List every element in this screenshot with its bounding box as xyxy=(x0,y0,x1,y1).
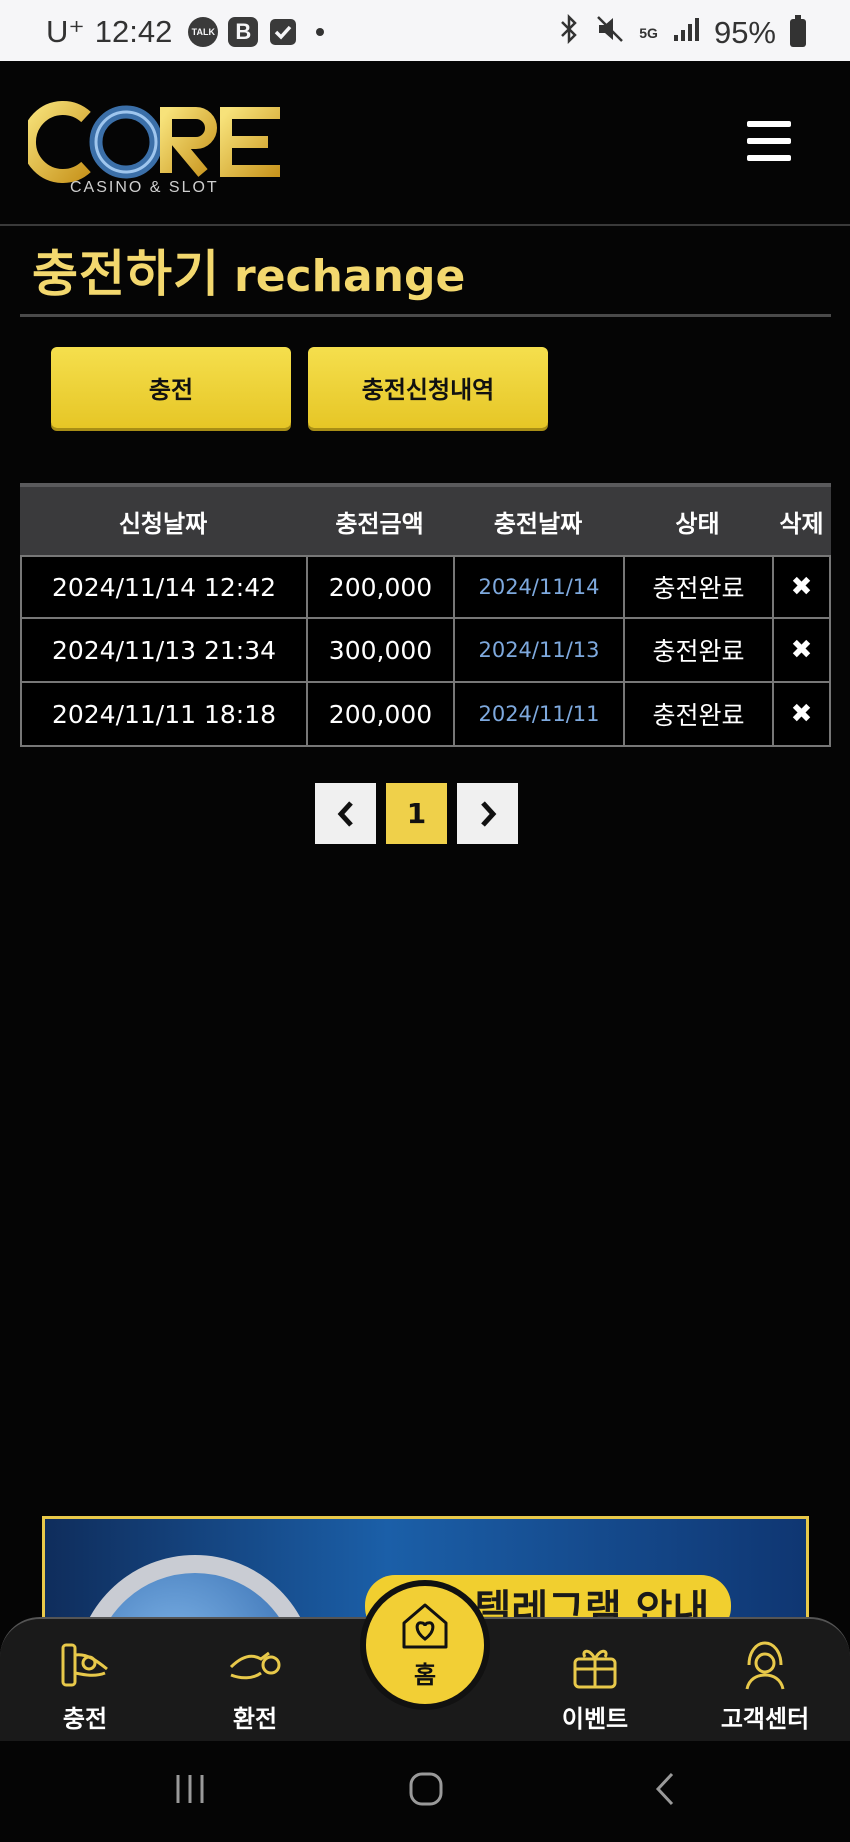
table-row: 2024/11/13 21:34 300,000 2024/11/13 충전완료… xyxy=(20,619,831,683)
clock: 12:42 xyxy=(94,14,173,49)
nav-support[interactable]: 고객센터 xyxy=(705,1639,825,1734)
deposit-icon xyxy=(61,1643,108,1687)
charge-date-link[interactable]: 2024/11/13 xyxy=(453,619,623,681)
withdraw-icon xyxy=(229,1651,281,1680)
more-notifications-icon xyxy=(316,28,325,36)
col-status: 상태 xyxy=(675,509,720,538)
nav-home-label: 홈 xyxy=(413,1660,437,1689)
carrier-label: U⁺ xyxy=(46,14,85,49)
b-app-icon: B xyxy=(228,17,259,47)
site-header: CASINO & SLOT xyxy=(0,61,850,226)
home-heart-icon xyxy=(402,1603,448,1648)
col-amount: 충전금액 xyxy=(335,509,424,538)
system-nav-bar xyxy=(0,1741,850,1842)
nav-deposit[interactable]: 충전 xyxy=(25,1639,145,1734)
col-request-date: 신청날짜 xyxy=(118,509,208,538)
nav-withdraw[interactable]: 환전 xyxy=(195,1639,315,1734)
pagination: 1 xyxy=(315,783,518,844)
kakaotalk-icon: TALK xyxy=(188,17,219,47)
recent-apps-icon[interactable] xyxy=(172,1771,208,1811)
status-cell: 충전완료 xyxy=(623,619,772,681)
request-date-cell: 2024/11/13 21:34 xyxy=(20,619,306,681)
nav-support-label: 고객센터 xyxy=(720,1705,810,1733)
nav-withdraw-label: 환전 xyxy=(232,1705,278,1733)
signal-icon xyxy=(672,15,700,51)
magnifier-illustration xyxy=(75,1555,315,1626)
page-title: 충전하기 rechange xyxy=(32,234,465,306)
title-divider xyxy=(20,314,831,317)
nav-home-button[interactable]: 홈 xyxy=(360,1580,490,1710)
support-icon xyxy=(745,1641,785,1690)
prev-page-button[interactable] xyxy=(315,783,376,844)
deposit-tab-button[interactable]: 충전 xyxy=(51,347,291,428)
col-delete: 삭제 xyxy=(779,509,824,538)
battery-icon xyxy=(790,15,806,47)
checkbox-notification-icon xyxy=(268,17,298,47)
status-cell: 충전완료 xyxy=(623,683,772,745)
mute-icon xyxy=(595,14,625,52)
network-label: 5G xyxy=(639,25,658,41)
status-bar: U⁺ 12:42 TALK B 5G 95% xyxy=(0,0,850,61)
back-icon[interactable] xyxy=(652,1771,680,1811)
delete-icon[interactable]: ✖ xyxy=(772,683,831,745)
home-system-icon[interactable] xyxy=(408,1771,444,1811)
history-table-header: 신청날짜 충전금액 충전날짜 상태 삭제 xyxy=(20,483,831,555)
charge-date-link[interactable]: 2024/11/14 xyxy=(453,557,623,617)
chevron-left-icon xyxy=(337,800,353,827)
nav-event-label: 이벤트 xyxy=(561,1705,629,1733)
core-logo[interactable]: CASINO & SLOT xyxy=(22,95,283,196)
delete-icon[interactable]: ✖ xyxy=(772,619,831,681)
amount-cell: 300,000 xyxy=(306,619,453,681)
table-row: 2024/11/11 18:18 200,000 2024/11/11 충전완료… xyxy=(20,683,831,747)
table-row: 2024/11/14 12:42 200,000 2024/11/14 충전완료… xyxy=(20,555,831,619)
history-table-body: 2024/11/14 12:42 200,000 2024/11/14 충전완료… xyxy=(20,555,831,747)
amount-cell: 200,000 xyxy=(306,557,453,617)
chevron-right-icon xyxy=(480,800,496,827)
nav-deposit-label: 충전 xyxy=(62,1705,108,1733)
page-title-korean: 충전하기 xyxy=(32,245,220,303)
status-cell: 충전완료 xyxy=(623,557,772,617)
delete-icon[interactable]: ✖ xyxy=(772,557,831,617)
amount-cell: 200,000 xyxy=(306,683,453,745)
logo-subtitle: CASINO & SLOT xyxy=(70,179,219,196)
bluetooth-icon xyxy=(557,13,581,52)
menu-hamburger-icon[interactable] xyxy=(747,121,791,161)
network-5g-icon: 5G xyxy=(639,26,658,40)
gift-icon xyxy=(573,1649,617,1689)
charge-date-link[interactable]: 2024/11/11 xyxy=(453,683,623,745)
battery-percent: 95% xyxy=(713,15,776,50)
page-number-button[interactable]: 1 xyxy=(386,783,447,844)
col-charge-date: 충전날짜 xyxy=(493,509,583,538)
next-page-button[interactable] xyxy=(457,783,518,844)
deposit-history-tab-button[interactable]: 충전신청내역 xyxy=(308,347,548,428)
request-date-cell: 2024/11/11 18:18 xyxy=(20,683,306,745)
page-title-english: rechange xyxy=(234,251,466,302)
nav-event[interactable]: 이벤트 xyxy=(535,1639,655,1734)
request-date-cell: 2024/11/14 12:42 xyxy=(20,557,306,617)
